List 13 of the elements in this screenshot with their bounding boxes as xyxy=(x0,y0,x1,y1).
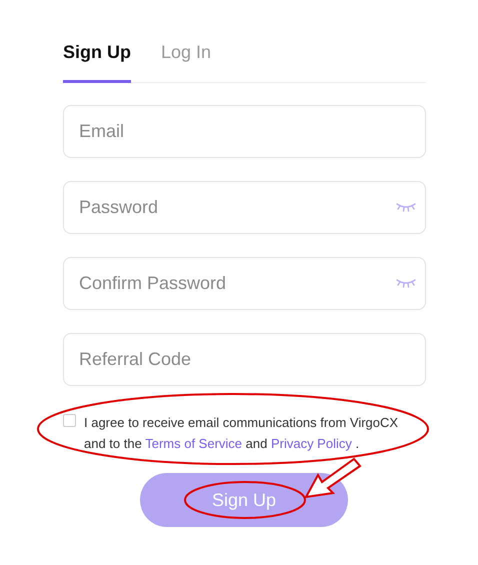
tab[interactable]: Sign Up xyxy=(63,36,131,83)
privacy-link[interactable]: Privacy Policy xyxy=(270,436,352,451)
terms-link[interactable]: Terms of Service xyxy=(145,436,242,451)
checkbox[interactable] xyxy=(63,414,76,427)
consent-text: I agree to receive email communications from VirgoCX and to the Terms of Service and Privacy Policy . xyxy=(84,414,400,453)
pointer-arrow xyxy=(304,458,362,498)
input-field[interactable]: Referral Code xyxy=(63,333,426,386)
tab[interactable]: Log In xyxy=(161,36,212,83)
input-field[interactable]: Confirm Password xyxy=(63,257,426,310)
input-field[interactable]: Email xyxy=(63,105,426,158)
closed-eye-icon[interactable] xyxy=(396,202,416,212)
input-field[interactable]: Password xyxy=(63,181,426,234)
closed-eye-icon[interactable] xyxy=(396,278,416,288)
